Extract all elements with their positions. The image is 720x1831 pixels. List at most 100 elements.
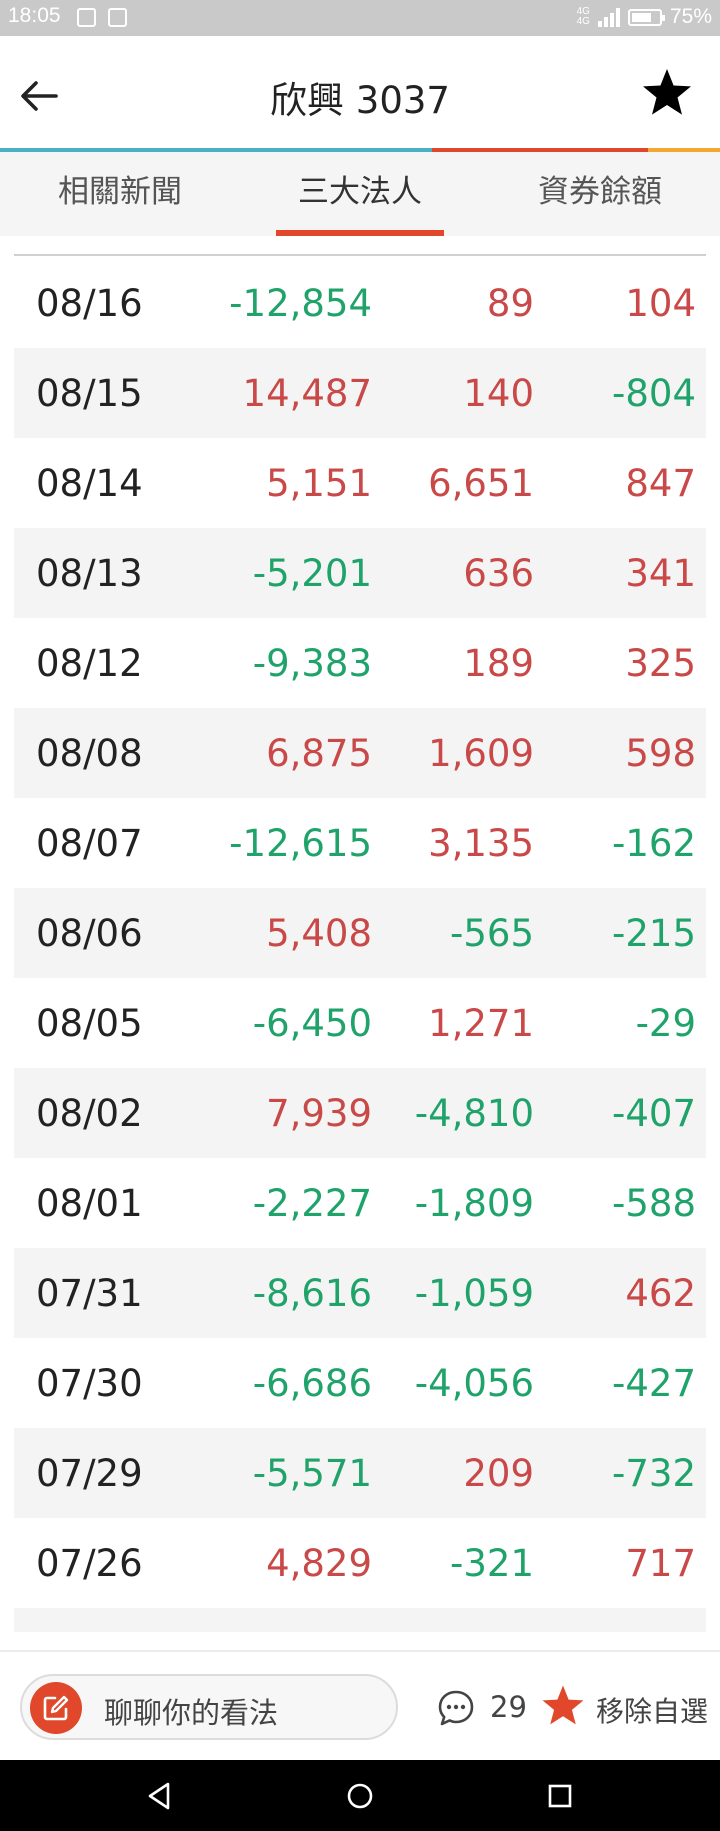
value-cell: -2,227 bbox=[252, 1181, 372, 1225]
row-date: 08/14 bbox=[36, 461, 143, 505]
status-time: 18:05 bbox=[8, 4, 61, 27]
value-cell: 325 bbox=[625, 641, 696, 685]
value-cell: -732 bbox=[612, 1451, 696, 1495]
tab-bar: 相關新聞 三大法人 資券餘額 bbox=[0, 152, 720, 236]
row-date: 08/16 bbox=[36, 281, 143, 325]
row-date: 08/02 bbox=[36, 1091, 143, 1135]
notification-icon bbox=[108, 8, 127, 27]
value-cell: 6,651 bbox=[428, 461, 534, 505]
table-row: 07/30 -6,686 -4,056 -427 bbox=[14, 1338, 706, 1428]
value-cell: -5,201 bbox=[252, 551, 372, 595]
value-cell: -4,810 bbox=[414, 1091, 534, 1135]
value-cell: -427 bbox=[612, 1361, 696, 1405]
table-row: 08/15 14,487 140 -804 bbox=[14, 348, 706, 438]
row-date: 08/12 bbox=[36, 641, 143, 685]
circle-home-icon[interactable] bbox=[342, 1778, 378, 1814]
value-cell: 717 bbox=[625, 1541, 696, 1585]
value-cell: -6,686 bbox=[252, 1361, 372, 1405]
star-icon[interactable] bbox=[540, 1683, 586, 1729]
table-row: 08/14 5,151 6,651 847 bbox=[14, 438, 706, 528]
value-cell: 140 bbox=[463, 371, 534, 415]
remove-favorite-button[interactable]: 移除自選 bbox=[596, 1690, 708, 1730]
table-row bbox=[14, 1608, 706, 1632]
value-cell: 1,609 bbox=[428, 731, 534, 775]
battery-percent: 75% bbox=[669, 5, 712, 28]
value-cell: -12,615 bbox=[229, 821, 372, 865]
table-row: 08/13 -5,201 636 341 bbox=[14, 528, 706, 618]
table-row: 08/01 -2,227 -1,809 -588 bbox=[14, 1158, 706, 1248]
value-cell: 462 bbox=[625, 1271, 696, 1315]
triangle-back-icon[interactable] bbox=[142, 1778, 178, 1814]
value-cell: -162 bbox=[612, 821, 696, 865]
row-date: 07/30 bbox=[36, 1361, 143, 1405]
status-indicators: 4G 4G 75% bbox=[577, 5, 712, 29]
signal-icon bbox=[597, 7, 620, 27]
chat-bubble-icon[interactable] bbox=[436, 1688, 476, 1728]
network-type: 4G 4G bbox=[576, 6, 590, 27]
row-date: 08/15 bbox=[36, 371, 143, 415]
table-row: 08/06 5,408 -565 -215 bbox=[14, 888, 706, 978]
tab-institutional-investors[interactable]: 三大法人 bbox=[240, 152, 480, 236]
value-cell: 341 bbox=[625, 551, 696, 595]
star-icon bbox=[643, 69, 691, 115]
value-cell: -6,450 bbox=[252, 1001, 372, 1045]
divider bbox=[14, 254, 706, 256]
value-cell: 1,271 bbox=[428, 1001, 534, 1045]
value-cell: 104 bbox=[625, 281, 696, 325]
row-date: 08/06 bbox=[36, 911, 143, 955]
tab-news[interactable]: 相關新聞 bbox=[0, 152, 240, 236]
table-row: 07/29 -5,571 209 -732 bbox=[14, 1428, 706, 1518]
value-cell: 598 bbox=[625, 731, 696, 775]
value-cell: -407 bbox=[612, 1091, 696, 1135]
value-cell: 209 bbox=[463, 1451, 534, 1495]
value-cell: 636 bbox=[463, 551, 534, 595]
app-header: 欣興 3037 bbox=[0, 36, 720, 148]
value-cell: -29 bbox=[635, 1001, 696, 1045]
table-row: 08/16 -12,854 89 104 bbox=[14, 258, 706, 348]
row-date: 07/31 bbox=[36, 1271, 143, 1315]
value-cell: -1,809 bbox=[414, 1181, 534, 1225]
value-cell: 847 bbox=[625, 461, 696, 505]
value-cell: -5,571 bbox=[252, 1451, 372, 1495]
value-cell: -215 bbox=[612, 911, 696, 955]
value-cell: -588 bbox=[612, 1181, 696, 1225]
system-nav-bar bbox=[0, 1760, 720, 1831]
back-button[interactable] bbox=[16, 72, 64, 120]
table-row: 08/08 6,875 1,609 598 bbox=[14, 708, 706, 798]
favorite-button[interactable] bbox=[640, 66, 694, 120]
value-cell: 6,875 bbox=[266, 731, 372, 775]
page-title: 欣興 3037 bbox=[270, 79, 450, 122]
table-row: 08/05 -6,450 1,271 -29 bbox=[14, 978, 706, 1068]
value-cell: 7,939 bbox=[266, 1091, 372, 1135]
comment-input[interactable]: 聊聊你的看法 bbox=[20, 1674, 398, 1740]
table-row: 08/12 -9,383 189 325 bbox=[14, 618, 706, 708]
square-recent-icon[interactable] bbox=[542, 1778, 578, 1814]
status-bar: 18:05 4G 4G 75% bbox=[0, 0, 720, 36]
value-cell: 14,487 bbox=[242, 371, 372, 415]
value-cell: -12,854 bbox=[229, 281, 372, 325]
table-row: 08/02 7,939 -4,810 -407 bbox=[14, 1068, 706, 1158]
comment-placeholder: 聊聊你的看法 bbox=[104, 1696, 279, 1730]
value-cell: -8,616 bbox=[252, 1271, 372, 1315]
row-date: 08/05 bbox=[36, 1001, 143, 1045]
value-cell: 5,408 bbox=[266, 911, 372, 955]
row-date: 08/13 bbox=[36, 551, 143, 595]
value-cell: 3,135 bbox=[428, 821, 534, 865]
value-cell: -1,059 bbox=[414, 1271, 534, 1315]
value-cell: -565 bbox=[450, 911, 534, 955]
comment-count[interactable]: 29 bbox=[490, 1690, 527, 1724]
notification-icon bbox=[77, 8, 96, 27]
arrow-left-icon bbox=[21, 81, 58, 111]
value-cell: -9,383 bbox=[252, 641, 372, 685]
row-date: 07/26 bbox=[36, 1541, 143, 1585]
value-cell: -321 bbox=[450, 1541, 534, 1585]
row-date: 08/07 bbox=[36, 821, 143, 865]
tab-margin-balance[interactable]: 資券餘額 bbox=[480, 152, 720, 236]
value-cell: -804 bbox=[612, 371, 696, 415]
value-cell: 5,151 bbox=[266, 461, 372, 505]
row-date: 07/29 bbox=[36, 1451, 143, 1495]
value-cell: 189 bbox=[463, 641, 534, 685]
table-row: 08/07 -12,615 3,135 -162 bbox=[14, 798, 706, 888]
table-row: 07/26 4,829 -321 717 bbox=[14, 1518, 706, 1608]
value-cell: 89 bbox=[486, 281, 534, 325]
